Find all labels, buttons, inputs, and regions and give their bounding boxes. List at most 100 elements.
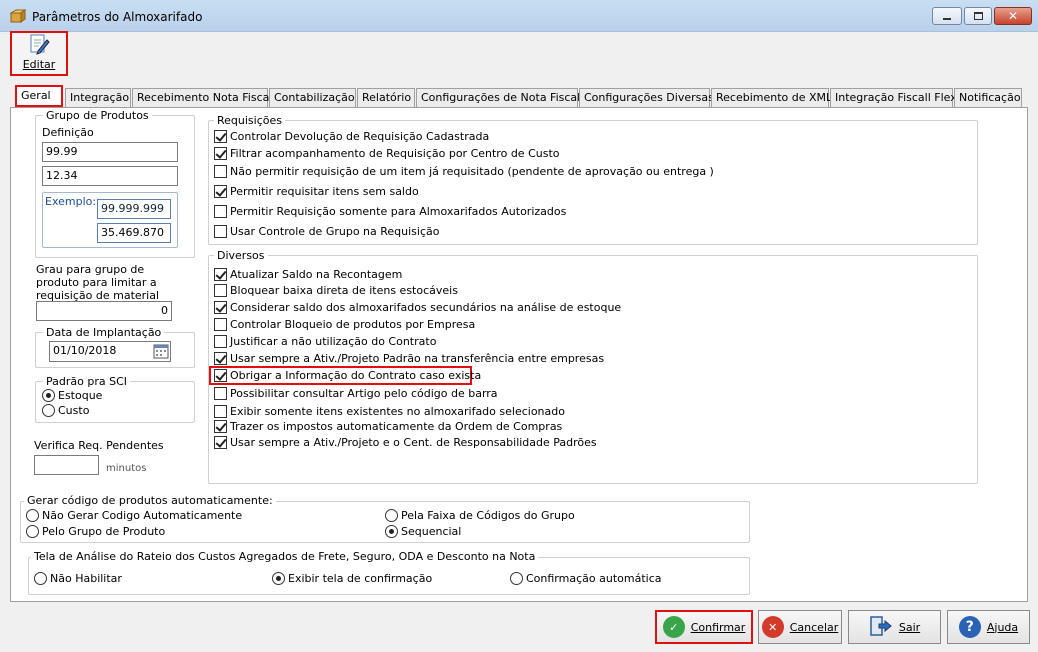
chk-requisicao-autorizados-label: Permitir Requisição somente para Almoxar… — [230, 205, 567, 218]
chk-consultar-artigo-label: Possibilitar consultar Artigo pelo códig… — [230, 387, 498, 400]
tab-label: Configurações de Nota Fiscal — [421, 91, 581, 104]
radio-custo[interactable] — [42, 404, 55, 417]
chk-considerar-saldo[interactable] — [214, 301, 227, 314]
diversos-title: Diversos — [214, 249, 268, 262]
chk-considerar-saldo-label: Considerar saldo dos almoxarifados secun… — [230, 301, 622, 314]
chk-exibir-somente-itens-label: Exibir somente itens existentes no almox… — [230, 405, 565, 418]
tab-configuracoes-diversas[interactable]: Configurações Diversas — [579, 88, 714, 107]
exemplo-label: Exemplo: — [45, 195, 97, 208]
grau-label: Grau para grupo de produto para limitar … — [36, 263, 160, 302]
tab-contabilizacao[interactable]: Contabilização — [269, 88, 356, 107]
exit-button[interactable]: Sair — [848, 610, 941, 644]
radio-grupo-produto-label: Pelo Grupo de Produto — [42, 525, 166, 538]
help-icon: ? — [958, 616, 981, 638]
chk-requisicao-autorizados[interactable] — [214, 205, 227, 218]
tab-label: Geral — [21, 89, 51, 102]
rateio-title: Tela de Análise do Rateio dos Custos Agr… — [31, 550, 539, 563]
radio-faixa-codigos-label: Pela Faixa de Códigos do Grupo — [401, 509, 575, 522]
radio-nao-habilitar-label: Não Habilitar — [50, 572, 122, 585]
chk-consultar-artigo[interactable] — [214, 387, 227, 400]
close-icon: ✕ — [1007, 9, 1019, 23]
tab-relatorio[interactable]: Relatório — [357, 88, 415, 107]
chk-controle-grupo[interactable] — [214, 225, 227, 238]
definicao-label: Definição — [42, 126, 94, 139]
chk-exibir-somente-itens[interactable] — [214, 405, 227, 418]
chk-atualizar-saldo[interactable] — [214, 268, 227, 281]
tab-label: Contabilização — [274, 91, 355, 104]
radio-estoque[interactable] — [42, 389, 55, 402]
chk-trazer-impostos-label: Trazer os impostos automaticamente da Or… — [230, 420, 563, 433]
tab-label: Integração Fiscall Flex — [835, 91, 957, 104]
radio-sequencial[interactable] — [385, 525, 398, 538]
cancel-button[interactable]: ✕ Cancelar — [758, 610, 842, 644]
window-title: Parâmetros do Almoxarifado — [32, 10, 203, 24]
chk-filtrar-acompanhamento[interactable] — [214, 147, 227, 160]
grau-input[interactable]: 0 — [36, 301, 172, 321]
chk-permitir-sem-saldo[interactable] — [214, 185, 227, 198]
app-icon — [9, 9, 27, 23]
chk-filtrar-acompanhamento-label: Filtrar acompanhamento de Requisição por… — [230, 147, 560, 160]
help-button[interactable]: ? Ajuda — [947, 610, 1030, 644]
chk-obrigar-contrato-label: Obrigar a Informação do Contrato caso ex… — [230, 369, 482, 382]
radio-confirmacao-automatica[interactable] — [510, 572, 523, 585]
chk-controlar-devolucao[interactable] — [214, 130, 227, 143]
close-button[interactable]: ✕ — [994, 7, 1032, 25]
minimize-icon — [943, 18, 951, 20]
confirm-button[interactable]: ✓ Confirmar — [655, 610, 753, 644]
tab-configuracoes-nota-fiscal[interactable]: Configurações de Nota Fiscal — [416, 88, 581, 107]
definicao-input[interactable]: 99.99 — [42, 142, 178, 162]
padrao-sci-title: Padrão pra SCI — [43, 375, 131, 388]
chk-justificar-contrato[interactable] — [214, 335, 227, 348]
edit-label: Editar — [22, 58, 56, 71]
radio-grupo-produto[interactable] — [26, 525, 39, 538]
tab-label: Configurações Diversas — [584, 91, 714, 104]
radio-confirmacao-automatica-label: Confirmação automática — [526, 572, 662, 585]
edit-icon — [28, 33, 50, 58]
tab-recebimento-xml[interactable]: Recebimento de XML — [711, 88, 832, 107]
tab-recebimento-nota-fiscal[interactable]: Recebimento Nota Fiscal — [132, 88, 272, 107]
minutos-label: minutos — [106, 463, 147, 474]
tab-label: Integração — [70, 91, 130, 104]
radio-sequencial-label: Sequencial — [401, 525, 462, 538]
definicao-secondary-input[interactable]: 12.34 — [42, 166, 178, 186]
minimize-button[interactable] — [932, 7, 962, 25]
chk-controlar-bloqueio[interactable] — [214, 318, 227, 331]
verifica-label: Verifica Req. Pendentes — [34, 439, 164, 452]
radio-estoque-label: Estoque — [58, 389, 103, 402]
chk-justificar-contrato-label: Justificar a não utilização do Contrato — [230, 335, 437, 348]
chk-trazer-impostos[interactable] — [214, 420, 227, 433]
edit-button[interactable]: Editar — [10, 31, 68, 76]
calendar-icon[interactable] — [153, 343, 169, 359]
chk-bloquear-baixa[interactable] — [214, 284, 227, 297]
chk-nao-permitir-requisicao-label: Não permitir requisição de um item já re… — [230, 165, 714, 178]
tab-notificacao[interactable]: Notificação — [954, 88, 1022, 107]
maximize-icon — [973, 12, 983, 20]
cancel-label: Cancelar — [789, 620, 839, 634]
radio-nao-habilitar[interactable] — [34, 572, 47, 585]
tab-label: Notificação — [959, 91, 1021, 104]
check-icon: ✓ — [662, 616, 685, 638]
chk-ativ-projeto-padrao[interactable] — [214, 352, 227, 365]
tab-integracao-fiscall-flex[interactable]: Integração Fiscall Flex — [830, 88, 957, 107]
chk-cent-responsabilidade-label: Usar sempre a Ativ./Projeto e o Cent. de… — [230, 436, 597, 449]
requisicoes-title: Requisições — [214, 114, 285, 127]
chk-atualizar-saldo-label: Atualizar Saldo na Recontagem — [230, 268, 403, 281]
exemplo-value-2: 35.469.870 — [97, 223, 171, 243]
maximize-button[interactable] — [964, 7, 992, 25]
gerar-codigo-title: Gerar código de produtos automaticamente… — [24, 494, 276, 507]
chk-bloquear-baixa-label: Bloquear baixa direta de itens estocávei… — [230, 284, 458, 297]
chk-controle-grupo-label: Usar Controle de Grupo na Requisição — [230, 225, 440, 238]
grupo-produtos-title: Grupo de Produtos — [43, 109, 152, 122]
tab-geral[interactable]: Geral — [15, 85, 63, 107]
verifica-input[interactable] — [34, 455, 99, 475]
chk-obrigar-contrato[interactable] — [214, 369, 227, 382]
radio-nao-gerar-label: Não Gerar Codigo Automaticamente — [42, 509, 243, 522]
chk-cent-responsabilidade[interactable] — [214, 436, 227, 449]
tab-integracao[interactable]: Integração — [65, 88, 131, 107]
help-label: Ajuda — [986, 620, 1019, 634]
radio-exibir-confirmacao[interactable] — [272, 572, 285, 585]
chk-nao-permitir-requisicao[interactable] — [214, 165, 227, 178]
chk-controlar-bloqueio-label: Controlar Bloqueio de produtos por Empre… — [230, 318, 476, 331]
radio-faixa-codigos[interactable] — [385, 509, 398, 522]
radio-nao-gerar[interactable] — [26, 509, 39, 522]
